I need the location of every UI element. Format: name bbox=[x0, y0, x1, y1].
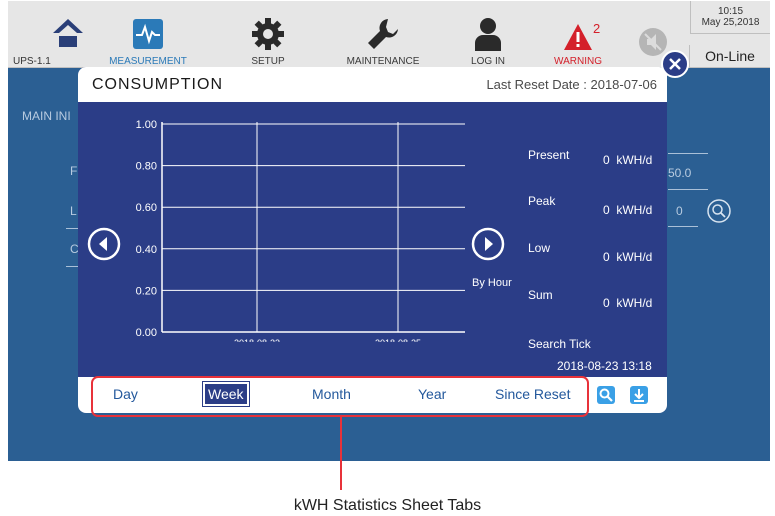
y-tick-label: 0.00 bbox=[136, 327, 157, 339]
y-tick-label: 0.80 bbox=[136, 161, 157, 173]
nav-maintenance[interactable]: MAINTENANCE bbox=[338, 1, 428, 67]
clock-date: May 25,2018 bbox=[701, 17, 760, 28]
section-title: MAIN INI bbox=[22, 109, 71, 123]
y-tick-label: 0.20 bbox=[136, 285, 157, 297]
divider bbox=[668, 189, 708, 190]
stat-label: Sum bbox=[528, 288, 553, 302]
y-tick-label: 1.00 bbox=[136, 119, 157, 131]
top-navigation-bar: UPS-1.1 MEASUREMENT SETUP MAINTENANCE LO… bbox=[8, 1, 770, 68]
nav-measurement[interactable]: MEASUREMENT bbox=[108, 1, 188, 67]
home-icon bbox=[53, 19, 83, 47]
nav-log-in[interactable]: LOG IN bbox=[463, 1, 513, 67]
stat-label: Present bbox=[528, 148, 570, 162]
stat-value: 0 kWH/d bbox=[603, 296, 653, 310]
chevron-left-icon bbox=[99, 237, 107, 251]
close-icon bbox=[669, 58, 681, 70]
search-button[interactable] bbox=[597, 386, 615, 404]
ups-status: On-Line bbox=[689, 45, 770, 67]
nav-setup[interactable]: SETUP bbox=[248, 1, 288, 67]
next-arrow-button[interactable] bbox=[471, 227, 505, 261]
dialog-title: CONSUMPTION bbox=[92, 76, 223, 93]
chevron-right-icon bbox=[485, 237, 493, 251]
download-icon bbox=[634, 389, 644, 402]
x-tick-label: 2018-08-25 bbox=[375, 338, 421, 342]
stat-value: 0 kWH/d bbox=[603, 250, 653, 264]
row-letter: L bbox=[70, 204, 77, 218]
tabs-callout-box bbox=[91, 376, 589, 417]
gear-icon bbox=[252, 18, 284, 50]
download-button[interactable] bbox=[630, 386, 648, 404]
search-tick-value: 2018-08-23 13:18 bbox=[557, 359, 652, 373]
row-letter: F bbox=[70, 164, 78, 178]
dialog-header: CONSUMPTION Last Reset Date : 2018-07-06 bbox=[78, 67, 667, 102]
stat-value: 0 kWH/d bbox=[603, 153, 653, 167]
clock-time: 10:15 bbox=[717, 6, 744, 17]
clock-display: 10:15 May 25,2018 bbox=[690, 1, 770, 34]
search-icon bbox=[599, 388, 613, 402]
search-tick-label: Search Tick bbox=[528, 337, 591, 351]
x-tick-label: 2018-08-23 bbox=[234, 338, 280, 342]
background-value: 0 bbox=[676, 204, 683, 218]
consumption-dialog: CONSUMPTION Last Reset Date : 2018-07-06… bbox=[78, 67, 667, 413]
bottom-strip bbox=[8, 431, 770, 461]
callout-caption: kWH Statistics Sheet Tabs bbox=[293, 497, 482, 514]
previous-arrow-button[interactable] bbox=[87, 227, 121, 261]
user-icon bbox=[475, 18, 501, 51]
nav-warning[interactable]: 2 WARNING bbox=[548, 1, 608, 67]
divider bbox=[668, 226, 698, 227]
by-hour-label: By Hour bbox=[472, 277, 512, 289]
last-reset-date: Last Reset Date : 2018-07-06 bbox=[486, 77, 657, 92]
y-tick-label: 0.40 bbox=[136, 244, 157, 256]
nav-home[interactable] bbox=[48, 1, 88, 67]
measurement-icon bbox=[133, 19, 163, 49]
stat-label: Peak bbox=[528, 194, 556, 208]
stat-label: Low bbox=[528, 241, 551, 255]
warning-icon bbox=[564, 24, 592, 50]
close-dialog-button[interactable] bbox=[661, 50, 689, 78]
y-tick-label: 0.60 bbox=[136, 202, 157, 214]
wrench-icon bbox=[368, 19, 398, 49]
background-value: 50.0 bbox=[668, 166, 692, 180]
warning-count-badge: 2 bbox=[593, 21, 601, 36]
stat-value: 0 kWH/d bbox=[603, 203, 653, 217]
ups-id-label: UPS-1.1 bbox=[13, 56, 51, 67]
consumption-chart: 1.000.800.600.400.200.002018-08-2300:002… bbox=[136, 119, 465, 342]
callout-leader-line bbox=[340, 417, 342, 490]
divider bbox=[668, 153, 708, 154]
magnifier-icon[interactable] bbox=[706, 198, 732, 224]
